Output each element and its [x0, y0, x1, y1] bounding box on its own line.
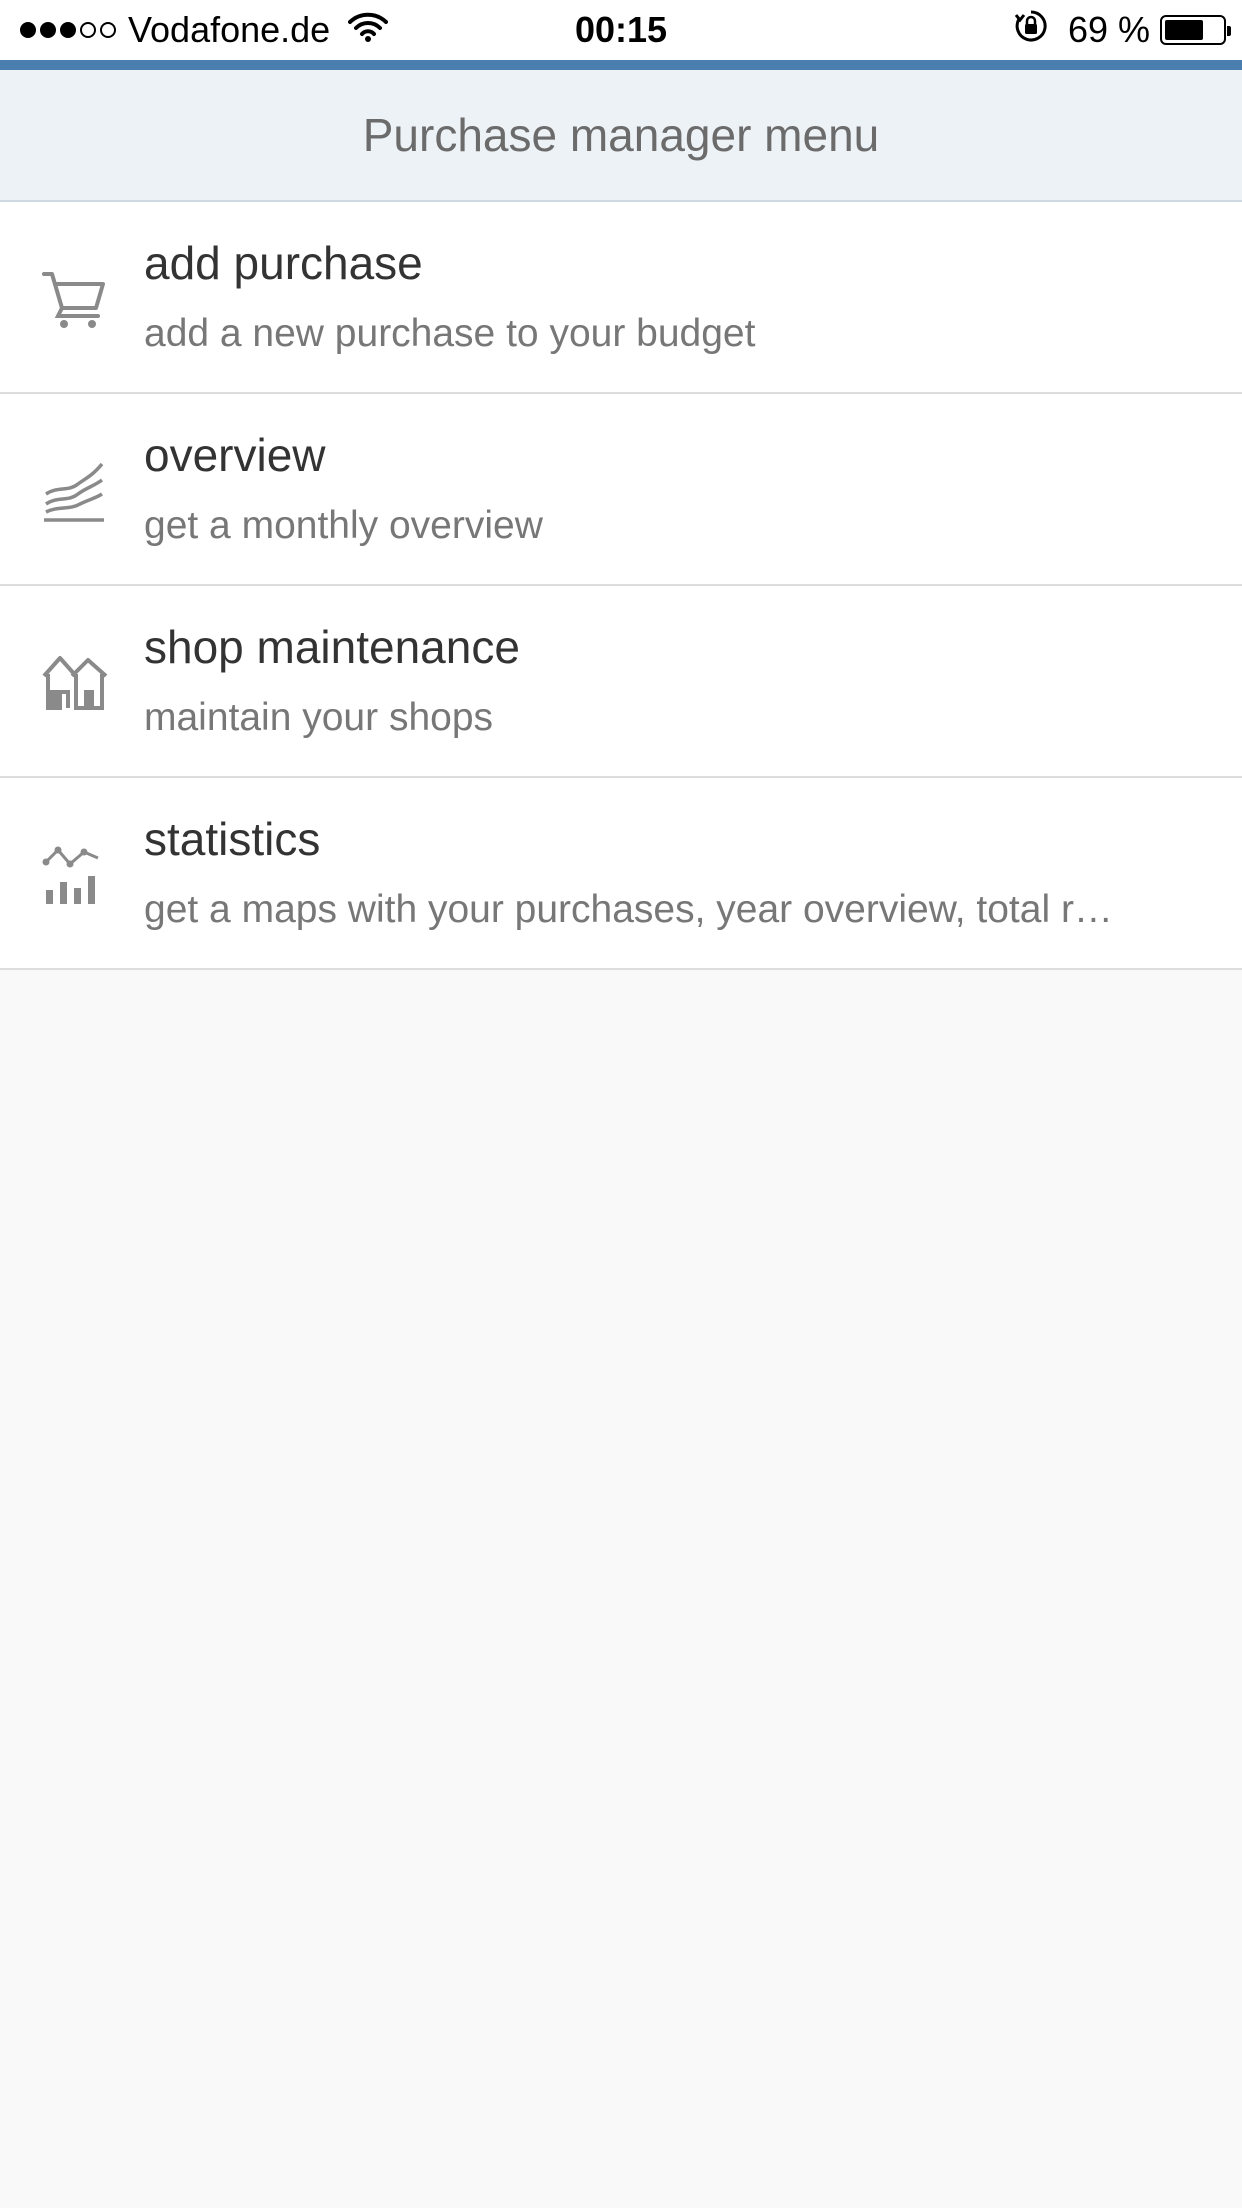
- shopping-cart-icon: [40, 262, 110, 332]
- menu-item-statistics[interactable]: statistics get a maps with your purchase…: [0, 778, 1242, 970]
- menu-item-shop-maintenance[interactable]: shop maintenance maintain your shops: [0, 586, 1242, 778]
- menu-item-description: get a maps with your purchases, year ove…: [144, 888, 1113, 931]
- status-right: 69 %: [1014, 8, 1231, 52]
- menu-item-description: maintain your shops: [144, 696, 494, 739]
- bar-line-chart-icon: [40, 838, 110, 908]
- battery-icon: [1160, 15, 1231, 45]
- menu-item-overview[interactable]: overview get a monthly overview: [0, 394, 1242, 586]
- status-bar: Vodafone.de 00:15 69 %: [0, 0, 1242, 60]
- menu-item-title: add purchase: [144, 237, 423, 289]
- menu-item-title: shop maintenance: [144, 621, 520, 673]
- menu-item-description: get a monthly overview: [144, 504, 543, 547]
- menu-list: add purchase add a new purchase to your …: [0, 202, 1242, 970]
- menu-item-add-purchase[interactable]: add purchase add a new purchase to your …: [0, 202, 1242, 394]
- menu-item-title: statistics: [144, 813, 321, 865]
- accent-bar: [0, 60, 1242, 70]
- screen: Vodafone.de 00:15 69 % Purchase manager …: [0, 0, 1242, 2208]
- battery-percent: 69 %: [1067, 9, 1150, 50]
- rotation-lock-icon: [1014, 9, 1048, 52]
- battery-level-fill: [1165, 20, 1203, 40]
- houses-icon: [40, 646, 110, 716]
- menu-item-description: add a new purchase to your budget: [144, 312, 756, 355]
- page-header: Purchase manager menu: [0, 70, 1242, 202]
- menu-item-title: overview: [144, 429, 326, 481]
- area-chart-icon: [40, 454, 110, 524]
- page-title: Purchase manager menu: [362, 109, 880, 161]
